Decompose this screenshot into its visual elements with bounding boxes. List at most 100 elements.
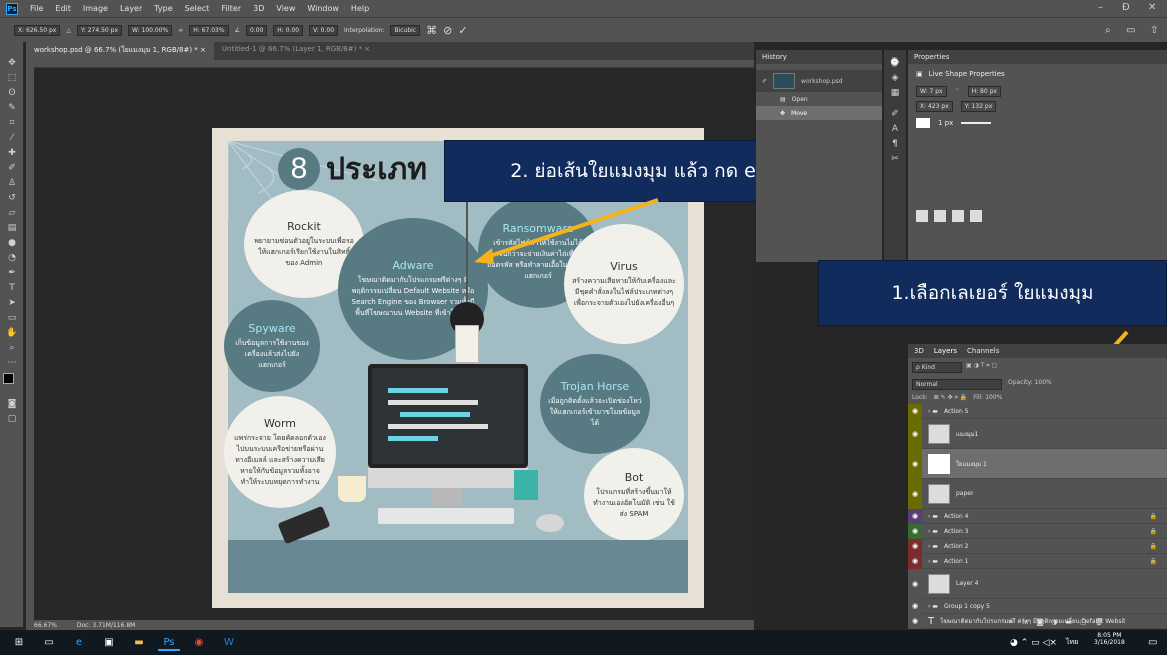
link-layers-icon[interactable]: ∞ — [1008, 618, 1014, 626]
filter-icons[interactable]: ▣ ◑ T ⌗ ▢ — [966, 362, 997, 373]
layer-row[interactable]: ◉ › ▬ Action 4 🔒 — [908, 508, 1167, 524]
layer-row[interactable]: ◉ › ▬ Action 3 🔒 — [908, 523, 1167, 539]
shape-height-field[interactable]: H: 80 px — [967, 86, 1001, 97]
tab-workshop[interactable]: workshop.psd @ 66.7% (ใยแมงมุม 1, RGB/8#… — [26, 42, 214, 60]
vertical-ruler[interactable] — [26, 60, 34, 620]
system-tray-icons[interactable]: ◕ ⌃ ▭ ◁× — [1010, 638, 1057, 648]
brush-panel-icon[interactable]: ✐ — [884, 107, 906, 122]
character-panel-icon[interactable]: A — [884, 122, 906, 137]
eraser-tool-icon[interactable]: ▱ — [0, 206, 24, 221]
shape-width-field[interactable]: W: 7 px — [916, 86, 947, 97]
exclude-shape-icon[interactable] — [970, 210, 982, 222]
tab-3d[interactable]: 3D — [914, 347, 924, 355]
combine-shapes-icon[interactable] — [916, 210, 928, 222]
workspace-icon[interactable]: ▭ — [1126, 25, 1135, 36]
close-button[interactable]: ✕ — [1148, 2, 1156, 13]
layer-row[interactable]: ◉ › ▬ Action 2 🔒 — [908, 538, 1167, 554]
word-icon[interactable]: W — [218, 635, 240, 651]
menu-layer[interactable]: Layer — [114, 4, 148, 13]
chrome-icon[interactable]: ◉ — [188, 635, 210, 651]
mask-icon[interactable]: ◙ — [1036, 618, 1043, 626]
file-explorer-icon[interactable]: ▬ — [128, 635, 150, 651]
menu-image[interactable]: Image — [77, 4, 114, 13]
move-tool-icon[interactable]: ✥ — [0, 56, 24, 71]
paragraph-panel-icon[interactable]: ¶ — [884, 137, 906, 152]
layer-row[interactable]: ◉ › ▬ Group 1 copy 5 — [908, 598, 1167, 614]
link-icon[interactable]: ∞ — [955, 86, 960, 97]
tab-channels[interactable]: Channels — [967, 347, 999, 355]
grid-panel-icon[interactable]: ▦ — [884, 86, 906, 101]
share-icon[interactable]: ⇧ — [1150, 25, 1158, 36]
layer-row[interactable]: ◉ แมงมุม1 — [908, 418, 1167, 449]
stamp-tool-icon[interactable]: ♙ — [0, 176, 24, 191]
history-panel-title[interactable]: History — [756, 50, 882, 64]
interpolation-select[interactable]: Bicubic — [390, 24, 421, 36]
new-group-icon[interactable]: ▬ — [1065, 618, 1072, 626]
crop-tool-icon[interactable]: ⌗ — [0, 116, 24, 131]
shape-x-field[interactable]: X: 423 px — [916, 101, 953, 112]
warp-icon[interactable]: ⌘ — [426, 24, 437, 37]
search-icon[interactable]: ⌕ — [1105, 25, 1111, 36]
tools-preset-icon[interactable]: ✂ — [884, 152, 906, 167]
path-select-icon[interactable]: ➤ — [0, 296, 24, 311]
clock[interactable]: 8:05 PM 3/16/2018 — [1094, 632, 1125, 646]
hand-tool-icon[interactable]: ✋ — [0, 326, 24, 341]
menu-select[interactable]: Select — [179, 4, 216, 13]
angle-field[interactable]: 0.00 — [245, 24, 268, 36]
width-field[interactable]: W: 100.00% — [128, 24, 173, 36]
y-field[interactable]: Y: 274.50 px — [76, 24, 122, 36]
visibility-eye-icon[interactable]: ◉ — [908, 508, 922, 524]
screen-mode-icon[interactable]: ▢ — [0, 412, 24, 427]
link-icon[interactable]: ∞ — [178, 27, 183, 34]
menu-file[interactable]: File — [24, 4, 49, 13]
dodge-tool-icon[interactable]: ◔ — [0, 251, 24, 266]
visibility-eye-icon[interactable]: ◉ — [908, 568, 922, 599]
stroke-style[interactable] — [961, 122, 992, 124]
visibility-eye-icon[interactable]: ◉ — [908, 478, 922, 509]
layer-row[interactable]: ◉ › ▬ Action 5 — [908, 403, 1167, 419]
restore-button[interactable]: Ɖ — [1122, 2, 1130, 13]
menu-filter[interactable]: Filter — [215, 4, 247, 13]
menu-type[interactable]: Type — [148, 4, 178, 13]
vskew-field[interactable]: V: 0.00 — [309, 24, 339, 36]
layer-row[interactable]: ◉ ใยแมงมุม 1 — [908, 448, 1167, 479]
healing-tool-icon[interactable]: ✚ — [0, 146, 24, 161]
visibility-eye-icon[interactable]: ◉ — [908, 553, 922, 569]
gradient-tool-icon[interactable]: ▤ — [0, 221, 24, 236]
more-tools-icon[interactable]: ⋯ — [0, 356, 24, 371]
pen-tool-icon[interactable]: ✒ — [0, 266, 24, 281]
layer-row[interactable]: ◉ paper — [908, 478, 1167, 509]
menu-window[interactable]: Window — [301, 4, 345, 13]
menu-3d[interactable]: 3D — [247, 4, 270, 13]
visibility-eye-icon[interactable]: ◉ — [908, 598, 922, 614]
menu-help[interactable]: Help — [345, 4, 375, 13]
hskew-field[interactable]: H: 0.00 — [273, 24, 304, 36]
menu-edit[interactable]: Edit — [49, 4, 77, 13]
lock-icons[interactable]: ⊠ ✎ ✥ ⌗ 🔒 — [934, 394, 968, 402]
tab-untitled[interactable]: Untitled-1 @ 66.7% (Layer 1, RGB/8#) * × — [214, 42, 378, 60]
quick-select-icon[interactable]: ✎ — [0, 101, 24, 116]
delete-layer-icon[interactable]: 🗑 — [1095, 618, 1104, 626]
history-brush-icon[interactable]: ↺ — [0, 191, 24, 206]
blend-mode-select[interactable]: Normal — [912, 379, 1002, 390]
history-state-open[interactable]: ▤ Open — [756, 92, 882, 106]
history-panel-icon[interactable]: ⌚ — [884, 56, 906, 71]
blur-tool-icon[interactable]: ● — [0, 236, 24, 251]
intersect-shape-icon[interactable] — [952, 210, 964, 222]
commit-icon[interactable]: ✓ — [458, 24, 467, 37]
marquee-tool-icon[interactable]: ⬚ — [0, 71, 24, 86]
x-field[interactable]: X: 626.50 px — [14, 24, 61, 36]
fill-field[interactable]: Fill: 100% — [973, 394, 1002, 402]
visibility-eye-icon[interactable]: ◉ — [908, 538, 922, 554]
height-field[interactable]: H: 67.03% — [189, 24, 229, 36]
layer-kind-filter[interactable]: ρ Kind — [912, 362, 962, 373]
shape-tool-icon[interactable]: ▭ — [0, 311, 24, 326]
layer-row[interactable]: ◉ Layer 4 — [908, 568, 1167, 599]
action-center-icon[interactable]: ▭ — [1148, 637, 1157, 648]
cancel-icon[interactable]: ⊘ — [443, 24, 452, 37]
zoom-tool-icon[interactable]: ⌕ — [0, 341, 24, 356]
fx-icon[interactable]: fx — [1022, 618, 1029, 626]
visibility-eye-icon[interactable]: ◉ — [908, 403, 922, 419]
stroke-width[interactable]: 1 px — [938, 119, 953, 127]
tab-layers[interactable]: Layers — [934, 347, 957, 355]
